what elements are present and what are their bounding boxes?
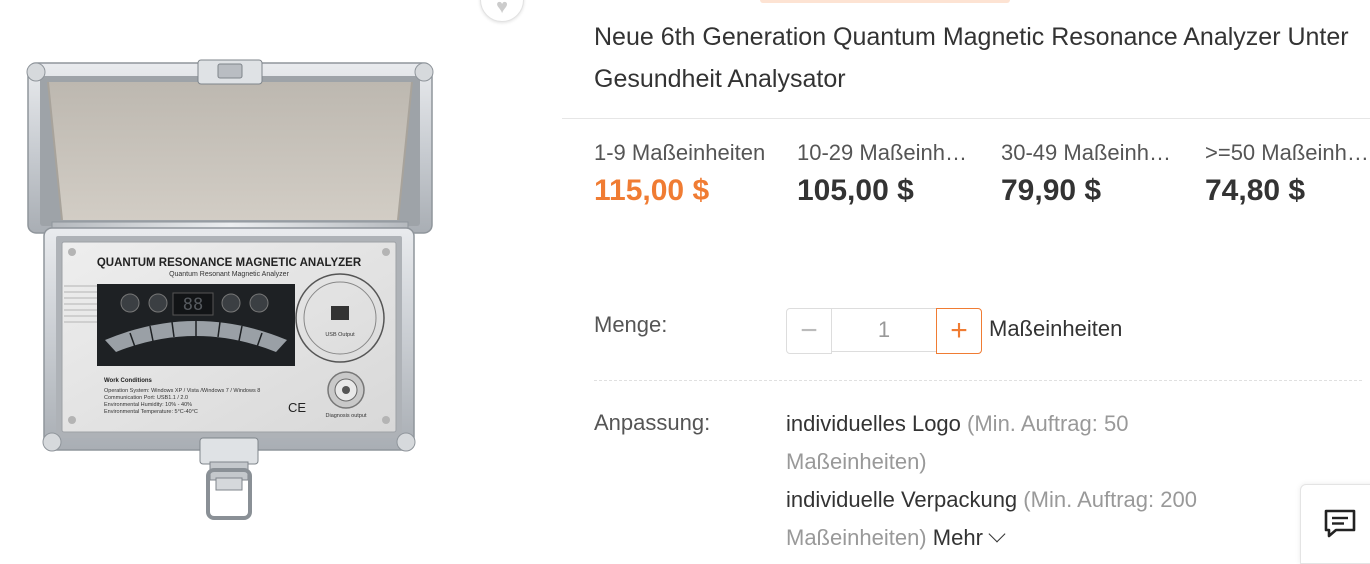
quantity-label: Menge: <box>594 312 668 337</box>
work-line: Environmental Temperature: 5°C-40°C <box>104 409 198 415</box>
ce-mark: CE <box>288 400 306 415</box>
usb-label: USB Output <box>325 332 355 338</box>
tier-quantity: 1-9 Maßeinheiten <box>594 140 766 165</box>
product-image[interactable]: QUANTUM RESONANCE MAGNETIC ANALYZER Quan… <box>0 0 560 554</box>
option-name: individuelle Verpackung <box>786 487 1018 512</box>
tier-price: 105,00 $ <box>797 174 914 207</box>
divider <box>594 380 1362 381</box>
work-heading: Work Conditions <box>104 378 153 384</box>
analyzer-case-illustration: QUANTUM RESONANCE MAGNETIC ANALYZER Quan… <box>26 59 434 520</box>
work-line: Operation System: Windows XP / Vista /Wi… <box>104 388 260 394</box>
tier-quantity: >=50 Maßeinheiten <box>1205 140 1370 165</box>
chevron-down-icon <box>988 525 1006 543</box>
price-tier: >=50 Maßeinheiten 74,80 $ <box>1205 138 1370 208</box>
customization-options: individuelles Logo (Min. Auftrag: 50 Maß… <box>786 405 1256 557</box>
tier-price: 115,00 $ <box>594 174 710 207</box>
divider <box>562 118 1370 119</box>
price-tier: 30-49 Maßeinheiten 79,90 $ <box>1001 138 1173 208</box>
work-line: Environmental Humidity: 10% - 40% <box>104 402 192 408</box>
increase-quantity-button[interactable]: + <box>936 308 982 354</box>
panel-display: 88 <box>183 295 203 315</box>
tier-price: 79,90 $ <box>1001 174 1102 207</box>
chat-icon <box>1324 509 1356 538</box>
quantity-input[interactable] <box>832 308 936 352</box>
chat-button[interactable] <box>1300 484 1370 564</box>
panel-subtitle: Quantum Resonant Magnetic Analyzer <box>169 271 290 278</box>
decrease-quantity-button[interactable]: − <box>786 308 832 354</box>
more-link[interactable]: Mehr <box>932 525 1006 550</box>
option-name: individuelles Logo <box>786 411 961 436</box>
price-tiers: 1-9 Maßeinheiten 115,00 $ 10-29 Maßeinhe… <box>594 138 1370 208</box>
product-title: Neue 6th Generation Quantum Magnetic Res… <box>594 23 1349 93</box>
customization-option: individuelles Logo (Min. Auftrag: 50 Maß… <box>786 405 1256 481</box>
work-line: Communication Port: USB1.1 / 2.0 <box>104 395 188 401</box>
top-accent-bar <box>760 0 1010 3</box>
price-tier: 1-9 Maßeinheiten 115,00 $ <box>594 138 766 208</box>
panel-title: QUANTUM RESONANCE MAGNETIC ANALYZER <box>97 257 362 269</box>
quantity-unit: Maßeinheiten <box>989 316 1123 341</box>
quantity-stepper: − + <box>786 308 982 354</box>
diag-label: Diagnosis output <box>326 413 367 419</box>
heart-icon: ♥ <box>496 0 508 18</box>
price-tier: 10-29 Maßeinheiten 105,00 $ <box>797 138 969 208</box>
tier-quantity: 30-49 Maßeinheiten <box>1001 140 1173 165</box>
customization-option: individuelle Verpackung (Min. Auftrag: 2… <box>786 481 1256 557</box>
customization-label: Anpassung: <box>594 410 711 435</box>
tier-price: 74,80 $ <box>1205 174 1306 207</box>
tier-quantity: 10-29 Maßeinheiten <box>797 140 969 165</box>
more-label: Mehr <box>932 525 983 550</box>
